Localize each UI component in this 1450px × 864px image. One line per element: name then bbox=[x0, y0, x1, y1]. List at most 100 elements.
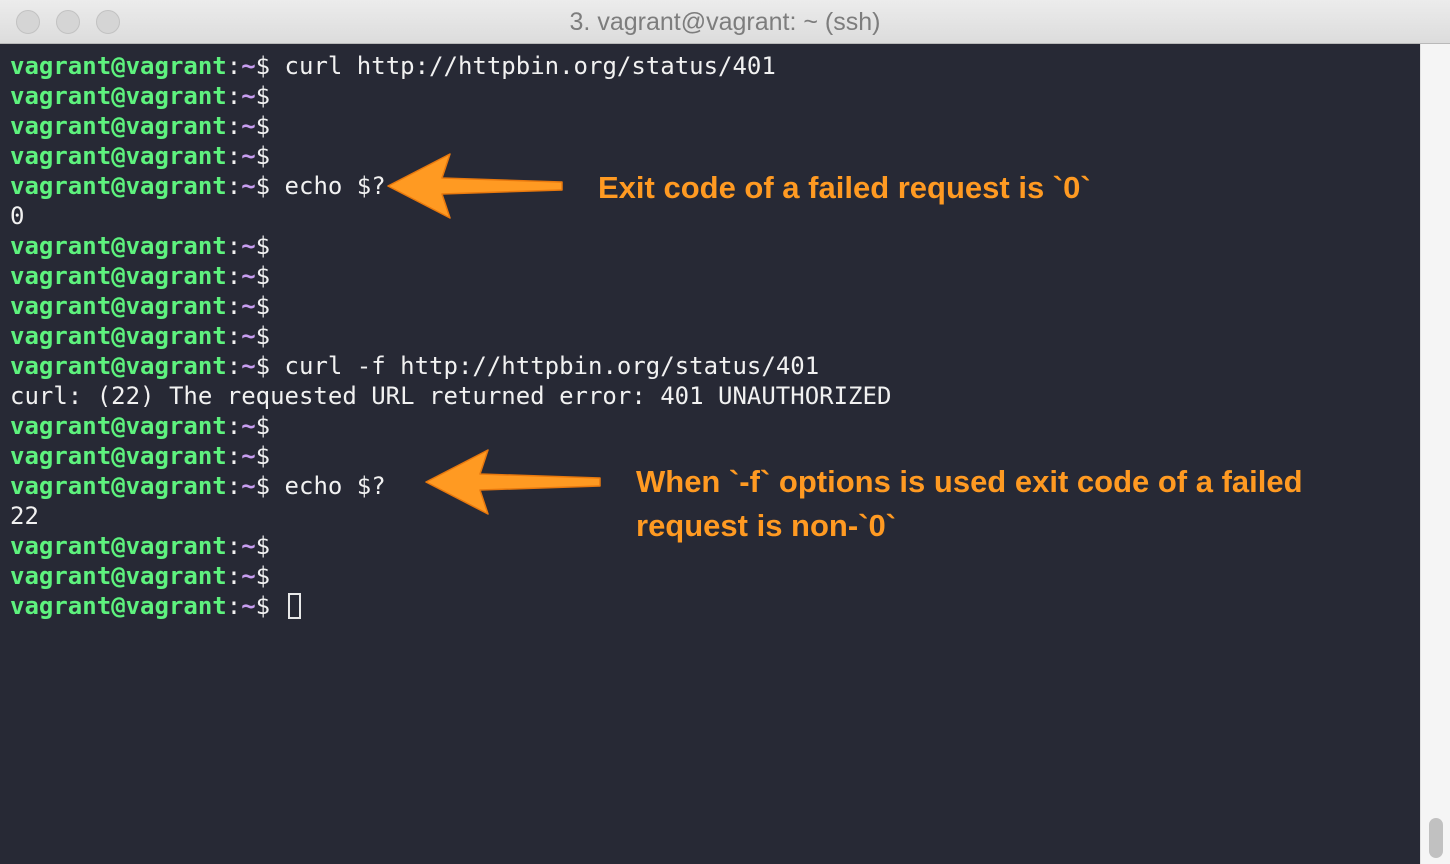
prompt-path: ~ bbox=[241, 82, 256, 110]
prompt-separator: : bbox=[226, 52, 242, 80]
prompt-separator: : bbox=[226, 232, 242, 260]
prompt-separator: : bbox=[226, 322, 242, 350]
prompt-path: ~ bbox=[241, 322, 256, 350]
prompt-line: vagrant@vagrant:~$ bbox=[10, 111, 270, 141]
prompt-user: vagrant@vagrant bbox=[10, 442, 227, 470]
prompt-path: ~ bbox=[241, 292, 256, 320]
output-line: curl: (22) The requested URL returned er… bbox=[10, 381, 891, 411]
command-text: curl http://httpbin.org/status/401 bbox=[270, 52, 776, 80]
prompt-path: ~ bbox=[241, 52, 256, 80]
prompt-line: vagrant@vagrant:~$ curl http://httpbin.o… bbox=[10, 51, 776, 81]
prompt-separator: : bbox=[226, 562, 242, 590]
prompt-line: vagrant@vagrant:~$ bbox=[10, 561, 270, 591]
prompt-separator: : bbox=[226, 82, 242, 110]
prompt-symbol: $ bbox=[255, 232, 271, 260]
prompt-user: vagrant@vagrant bbox=[10, 322, 227, 350]
prompt-line: vagrant@vagrant:~$ echo $? bbox=[10, 471, 386, 501]
prompt-user: vagrant@vagrant bbox=[10, 472, 227, 500]
output-line: 22 bbox=[10, 501, 39, 531]
prompt-path: ~ bbox=[241, 172, 256, 200]
command-text: echo $? bbox=[270, 472, 386, 500]
prompt-symbol: $ bbox=[255, 472, 271, 500]
prompt-user: vagrant@vagrant bbox=[10, 292, 227, 320]
output-text: curl: (22) The requested URL returned er… bbox=[10, 382, 892, 410]
command-text bbox=[270, 592, 284, 620]
prompt-separator: : bbox=[226, 112, 242, 140]
prompt-path: ~ bbox=[241, 472, 256, 500]
prompt-separator: : bbox=[226, 292, 242, 320]
prompt-separator: : bbox=[226, 532, 242, 560]
prompt-separator: : bbox=[226, 172, 242, 200]
prompt-symbol: $ bbox=[255, 592, 271, 620]
text-cursor bbox=[287, 593, 301, 619]
prompt-line: vagrant@vagrant:~$ bbox=[10, 261, 270, 291]
prompt-separator: : bbox=[226, 442, 242, 470]
prompt-user: vagrant@vagrant bbox=[10, 352, 227, 380]
prompt-symbol: $ bbox=[255, 112, 271, 140]
prompt-line: vagrant@vagrant:~$ bbox=[10, 141, 270, 171]
prompt-symbol: $ bbox=[255, 172, 271, 200]
command-text: echo $? bbox=[270, 172, 386, 200]
prompt-symbol: $ bbox=[255, 82, 271, 110]
prompt-separator: : bbox=[226, 472, 242, 500]
arrow-left-icon bbox=[425, 449, 601, 515]
prompt-user: vagrant@vagrant bbox=[10, 52, 227, 80]
prompt-separator: : bbox=[226, 412, 242, 440]
annotation-exit-code-zero: Exit code of a failed request is `0` bbox=[598, 170, 1091, 205]
prompt-path: ~ bbox=[241, 262, 256, 290]
prompt-symbol: $ bbox=[255, 442, 271, 470]
prompt-user: vagrant@vagrant bbox=[10, 82, 227, 110]
arrow-left-icon bbox=[387, 153, 563, 219]
prompt-line: vagrant@vagrant:~$ bbox=[10, 81, 270, 111]
prompt-path: ~ bbox=[241, 232, 256, 260]
output-text: 0 bbox=[10, 202, 25, 230]
prompt-line: vagrant@vagrant:~$ bbox=[10, 231, 270, 261]
prompt-symbol: $ bbox=[255, 532, 271, 560]
prompt-symbol: $ bbox=[255, 142, 271, 170]
prompt-path: ~ bbox=[241, 532, 256, 560]
prompt-path: ~ bbox=[241, 592, 256, 620]
scrollbar-thumb[interactable] bbox=[1429, 818, 1443, 858]
prompt-user: vagrant@vagrant bbox=[10, 232, 227, 260]
prompt-path: ~ bbox=[241, 352, 256, 380]
prompt-line: vagrant@vagrant:~$ bbox=[10, 291, 270, 321]
prompt-line: vagrant@vagrant:~$ echo $? bbox=[10, 171, 386, 201]
prompt-line: vagrant@vagrant:~$ bbox=[10, 591, 301, 621]
prompt-line: vagrant@vagrant:~$ bbox=[10, 321, 270, 351]
prompt-symbol: $ bbox=[255, 322, 271, 350]
scrollbar[interactable] bbox=[1420, 44, 1450, 864]
prompt-user: vagrant@vagrant bbox=[10, 172, 227, 200]
prompt-symbol: $ bbox=[255, 562, 271, 590]
window-title: 3. vagrant@vagrant: ~ (ssh) bbox=[569, 8, 881, 36]
prompt-separator: : bbox=[226, 142, 242, 170]
prompt-separator: : bbox=[226, 352, 242, 380]
prompt-path: ~ bbox=[241, 412, 256, 440]
terminal-window: 3. vagrant@vagrant: ~ (ssh) vagrant@vagr… bbox=[0, 0, 1450, 864]
prompt-user: vagrant@vagrant bbox=[10, 142, 227, 170]
prompt-line: vagrant@vagrant:~$ curl -f http://httpbi… bbox=[10, 351, 819, 381]
prompt-symbol: $ bbox=[255, 292, 271, 320]
prompt-user: vagrant@vagrant bbox=[10, 412, 227, 440]
prompt-user: vagrant@vagrant bbox=[10, 532, 227, 560]
output-text: 22 bbox=[10, 502, 39, 530]
prompt-path: ~ bbox=[241, 442, 256, 470]
prompt-line: vagrant@vagrant:~$ bbox=[10, 531, 270, 561]
command-text: curl -f http://httpbin.org/status/401 bbox=[270, 352, 820, 380]
prompt-symbol: $ bbox=[255, 52, 271, 80]
prompt-path: ~ bbox=[241, 142, 256, 170]
prompt-user: vagrant@vagrant bbox=[10, 112, 227, 140]
annotation-exit-code-nonzero: When `-f` options is used exit code of a… bbox=[636, 464, 1303, 543]
prompt-user: vagrant@vagrant bbox=[10, 592, 227, 620]
output-line: 0 bbox=[10, 201, 24, 231]
prompt-symbol: $ bbox=[255, 262, 271, 290]
prompt-path: ~ bbox=[241, 112, 256, 140]
prompt-separator: : bbox=[226, 262, 242, 290]
prompt-line: vagrant@vagrant:~$ bbox=[10, 411, 270, 441]
title-bar[interactable]: 3. vagrant@vagrant: ~ (ssh) bbox=[0, 0, 1450, 44]
prompt-path: ~ bbox=[241, 562, 256, 590]
prompt-symbol: $ bbox=[255, 412, 271, 440]
prompt-symbol: $ bbox=[255, 352, 271, 380]
prompt-user: vagrant@vagrant bbox=[10, 562, 227, 590]
prompt-separator: : bbox=[226, 592, 242, 620]
prompt-line: vagrant@vagrant:~$ bbox=[10, 441, 270, 471]
